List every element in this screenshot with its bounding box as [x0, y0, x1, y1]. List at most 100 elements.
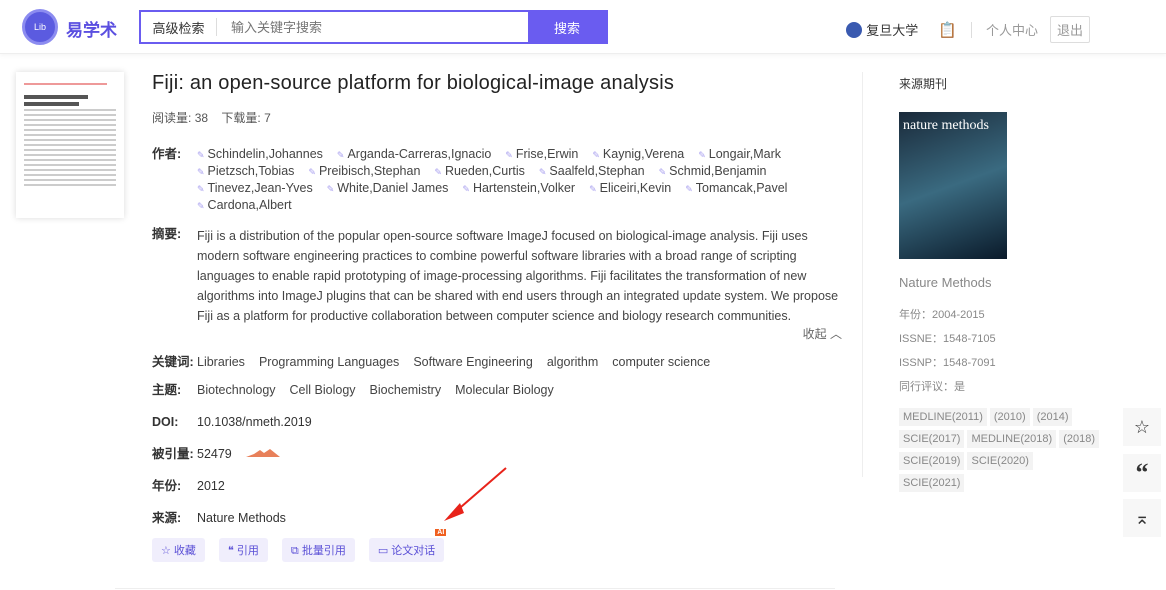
paper-title: Fiji: an open-source platform for biolog… [152, 72, 675, 94]
journal-peer-review: 同行评议：是 [899, 381, 965, 393]
personal-center-link[interactable]: 个人中心 [986, 20, 1038, 39]
subjects-row: 主题: Biotechnology Cell Biology Biochemis… [152, 382, 842, 398]
institution-name: 复旦大学 [866, 23, 919, 38]
journal-issnp: ISSNP：1548-7091 [899, 357, 996, 369]
reads-count: 38 [194, 111, 209, 125]
subject-list: Biotechnology Cell Biology Biochemistry … [197, 382, 842, 398]
divider [862, 72, 863, 477]
subjects-label: 主题: [152, 383, 182, 397]
user-area: 复旦大学 📋 个人中心 退出 [846, 16, 1090, 43]
subject-link[interactable]: Molecular Biology [455, 382, 554, 398]
index-tag[interactable]: (2018) [1059, 430, 1099, 448]
index-tag[interactable]: MEDLINE(2018) [967, 430, 1057, 448]
abstract-text: Fiji is a distribution of the popular op… [197, 229, 839, 323]
author-link[interactable]: Schindelin,Johannes [197, 146, 323, 163]
batch-cite-button[interactable]: ⧉ 批量引用 [281, 538, 355, 562]
keyword-link[interactable]: Software Engineering [413, 354, 533, 370]
authors-label: 作者: [152, 147, 182, 161]
keyword-link[interactable]: Libraries [197, 354, 245, 370]
author-link[interactable]: Kaynig,Verena [592, 146, 684, 163]
year-label: 年份: [152, 479, 182, 493]
abstract-label: 摘要: [152, 227, 182, 241]
keyword-link[interactable]: computer science [612, 354, 710, 370]
index-tag[interactable]: (2010) [989, 408, 1030, 426]
authors-row: 作者: Schindelin,Johannes Arganda-Carreras… [152, 146, 842, 214]
source-label: 来源: [152, 511, 182, 525]
back-to-top-icon[interactable]: ⌅ [1123, 499, 1161, 537]
journal-panel: 来源期刊 nature methods Nature Methods 年份：20… [899, 75, 1099, 492]
source-value[interactable]: Nature Methods [197, 510, 286, 526]
keyword-list: Libraries Programming Languages Software… [197, 354, 842, 370]
reads-label: 阅读量: [152, 111, 192, 125]
keywords-label: 关键词: [152, 355, 194, 369]
paper-chat-button[interactable]: ▭ 论文对话 AI [368, 529, 447, 562]
doi-label: DOI: [152, 415, 179, 429]
divider [970, 21, 972, 38]
quote-icon[interactable]: “ [1123, 454, 1161, 492]
doi-row: DOI: 10.1038/nmeth.2019 [152, 414, 842, 430]
index-tag[interactable]: SCIE(2020) [967, 452, 1033, 470]
author-link[interactable]: Schmid,Benjamin [659, 163, 766, 180]
keyword-link[interactable]: Programming Languages [259, 354, 399, 370]
index-tags: MEDLINE(2011) (2010) (2014) SCIE(2017) M… [899, 408, 1099, 492]
action-bar: ☆ 收藏 ❝ 引用 ⧉ 批量引用 ▭ 论文对话 AI [152, 529, 842, 562]
author-link[interactable]: Tomancak,Pavel [685, 180, 788, 197]
site-name[interactable]: 易学术 [66, 16, 117, 41]
downloads-count: 7 [264, 111, 271, 125]
subject-link[interactable]: Biochemistry [370, 382, 442, 398]
subject-link[interactable]: Biotechnology [197, 382, 276, 398]
author-link[interactable]: Rueden,Curtis [434, 163, 525, 180]
journal-cover[interactable]: nature methods [899, 112, 1007, 259]
keyword-link[interactable]: algorithm [547, 354, 598, 370]
citations-value: 52479 [197, 447, 232, 461]
cover-title: nature methods [903, 118, 989, 133]
author-link[interactable]: Hartenstein,Volker [462, 180, 575, 197]
index-tag[interactable]: (2014) [1032, 408, 1073, 426]
author-link[interactable]: Pietzsch,Tobias [197, 163, 295, 180]
advanced-search-button[interactable]: 高级检索 [141, 18, 217, 36]
citation-trend-icon[interactable] [245, 446, 280, 458]
author-link[interactable]: Eliceiri,Kevin [589, 180, 672, 197]
journal-issne: ISSNE：1548-7105 [899, 333, 996, 345]
index-tag[interactable]: MEDLINE(2011) [899, 408, 987, 426]
logo-mark: Lib [33, 22, 46, 32]
ai-badge: AI [435, 529, 447, 536]
author-link[interactable]: Arganda-Carreras,Ignacio [337, 146, 491, 163]
subject-link[interactable]: Cell Biology [290, 382, 356, 398]
paper-chat-label: ▭ 论文对话 [377, 545, 436, 557]
doi-value[interactable]: 10.1038/nmeth.2019 [197, 414, 312, 430]
citations-label: 被引量: [152, 447, 194, 461]
index-tag[interactable]: SCIE(2019) [899, 452, 965, 470]
journal-name[interactable]: Nature Methods [899, 275, 1099, 290]
author-link[interactable]: Tinevez,Jean-Yves [197, 180, 313, 197]
author-link[interactable]: Saalfeld,Stephan [539, 163, 644, 180]
author-link[interactable]: White,Daniel James [327, 180, 448, 197]
author-link[interactable]: Frise,Erwin [505, 146, 579, 163]
site-logo[interactable]: Lib [22, 9, 58, 45]
journal-years: 年份：2004-2015 [899, 309, 985, 321]
favorite-folder-icon[interactable]: ☆ [1123, 408, 1161, 446]
author-link[interactable]: Longair,Mark [698, 146, 781, 163]
search-input[interactable] [217, 12, 528, 42]
paper-stats: 阅读量: 38 下载量: 7 [152, 109, 842, 126]
paper-thumbnail[interactable] [16, 72, 124, 218]
author-list: Schindelin,Johannes Arganda-Carreras,Ign… [197, 146, 842, 214]
author-link[interactable]: Cardona,Albert [197, 197, 292, 214]
index-tag[interactable]: SCIE(2017) [899, 430, 965, 448]
journal-heading: 来源期刊 [899, 77, 948, 91]
favorite-button[interactable]: ☆ 收藏 [152, 538, 205, 562]
annotation-arrow-icon [444, 467, 507, 521]
year-value: 2012 [197, 479, 225, 493]
logout-button[interactable]: 退出 [1049, 16, 1090, 43]
divider [115, 588, 835, 589]
clipboard-icon[interactable]: 📋 [938, 21, 957, 39]
collapse-button[interactable]: 收起 ︿ [197, 326, 842, 342]
author-link[interactable]: Preibisch,Stephan [308, 163, 420, 180]
search-button[interactable]: 搜索 [528, 12, 606, 42]
search-bar: 高级检索 搜索 [139, 10, 608, 44]
keywords-row: 关键词: Libraries Programming Languages Sof… [152, 354, 842, 370]
index-tag[interactable]: SCIE(2021) [899, 474, 965, 492]
citations-row: 被引量: 52479 [152, 446, 842, 462]
top-bar: Lib 易学术 高级检索 搜索 复旦大学 📋 个人中心 退出 [0, 0, 1166, 54]
cite-button[interactable]: ❝ 引用 [218, 538, 268, 562]
